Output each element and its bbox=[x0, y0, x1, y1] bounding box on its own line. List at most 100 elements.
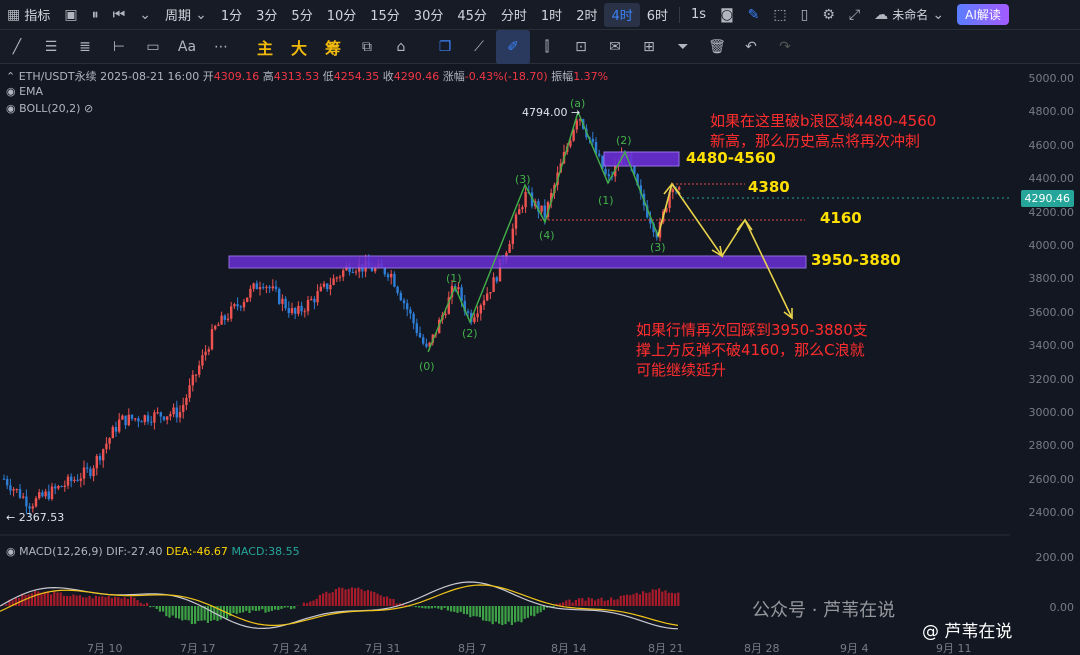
undo-button[interactable]: ↶ bbox=[734, 30, 768, 64]
rewind-button[interactable]: ⏮ bbox=[106, 0, 133, 30]
macd-bar bbox=[453, 606, 456, 612]
candlestick-chart[interactable] bbox=[0, 64, 1080, 655]
macd-bar bbox=[539, 606, 542, 613]
indicator-button[interactable]: ▦ 指标 bbox=[0, 0, 57, 30]
macd-bar bbox=[478, 606, 481, 618]
candle-body bbox=[118, 419, 121, 432]
macd-bar bbox=[341, 587, 344, 606]
pen-button[interactable]: ✎ bbox=[741, 0, 767, 30]
candle-body bbox=[310, 298, 313, 301]
layout-button[interactable]: ▯ bbox=[794, 0, 816, 30]
main-force-tool[interactable]: 主 bbox=[248, 30, 282, 64]
note-tool[interactable]: ✉ bbox=[598, 30, 632, 64]
macd-bar bbox=[293, 606, 296, 609]
timeframe-4[interactable]: 15分 bbox=[363, 0, 407, 30]
grid-button[interactable]: ⏸ bbox=[85, 0, 106, 30]
candle-body bbox=[290, 308, 294, 314]
magnet-tool[interactable]: ⌂ bbox=[384, 30, 418, 64]
fib-tool[interactable]: ≣ bbox=[68, 30, 102, 64]
macd-bar bbox=[610, 597, 613, 606]
timeframe-7[interactable]: 分时 bbox=[494, 0, 534, 30]
ruler-tool[interactable]: ⊞ bbox=[632, 30, 666, 64]
realtime-label: 1s bbox=[691, 7, 707, 22]
candle-body bbox=[406, 303, 409, 310]
timeframe-5[interactable]: 30分 bbox=[407, 0, 451, 30]
timeframe-11[interactable]: 6时 bbox=[640, 0, 675, 30]
more-button[interactable]: ⌄ bbox=[132, 0, 158, 30]
candle-body bbox=[322, 283, 326, 287]
macd-bar bbox=[328, 593, 331, 606]
candle-body bbox=[265, 286, 268, 288]
macd-bar bbox=[517, 606, 520, 622]
macd-bar bbox=[91, 598, 94, 606]
brush-tool[interactable]: ⟋ bbox=[462, 30, 496, 64]
macd-bar bbox=[434, 606, 437, 608]
watermark-right: @ 芦苇在说 bbox=[922, 622, 1013, 642]
text-tool[interactable]: Aa bbox=[170, 30, 204, 64]
fullscreen-button[interactable]: ⤢ bbox=[842, 0, 867, 30]
chip-tool[interactable]: 筹 bbox=[316, 30, 350, 64]
candle-body bbox=[418, 333, 422, 338]
macd-bar bbox=[536, 606, 539, 614]
macd-bar bbox=[651, 589, 654, 606]
macd-bar bbox=[446, 606, 449, 611]
more-tools[interactable]: ⋯ bbox=[204, 30, 238, 64]
period-dropdown[interactable]: 周期 ⌄ bbox=[158, 0, 214, 30]
redo-button[interactable]: ↷ bbox=[768, 30, 802, 64]
ai-interpret-button[interactable]: AI解读 bbox=[957, 4, 1009, 25]
timeframe-9[interactable]: 2时 bbox=[569, 0, 604, 30]
timeframe-1[interactable]: 3分 bbox=[249, 0, 284, 30]
candle-body bbox=[134, 418, 137, 420]
rect-tool[interactable]: ▭ bbox=[136, 30, 170, 64]
candle-body bbox=[198, 365, 201, 375]
timeframe-3[interactable]: 10分 bbox=[320, 0, 364, 30]
delete-tool[interactable]: 🗑 bbox=[700, 30, 734, 64]
macd-bar bbox=[123, 597, 126, 606]
lock-tool[interactable]: ⊡ bbox=[564, 30, 598, 64]
candle-body bbox=[604, 168, 607, 175]
candle-body bbox=[28, 506, 31, 509]
candle-body bbox=[54, 486, 57, 489]
candle-tool[interactable]: ⫿ bbox=[530, 30, 564, 64]
compare-tool[interactable]: ⧉ bbox=[350, 30, 384, 64]
candle-body bbox=[598, 153, 601, 156]
hlines-tool[interactable]: ☰ bbox=[34, 30, 68, 64]
candle-body bbox=[111, 427, 114, 439]
macd-eye-icon[interactable]: ◉ bbox=[6, 545, 16, 558]
gear-icon: ⚙ bbox=[822, 6, 835, 23]
macd-bar bbox=[520, 606, 523, 623]
trash-icon: 🗑 bbox=[708, 38, 726, 55]
timeframe-2[interactable]: 5分 bbox=[284, 0, 319, 30]
candle-body bbox=[239, 306, 242, 308]
settings-button[interactable]: ⚙ bbox=[815, 0, 842, 30]
calendar-button[interactable]: ▣ bbox=[57, 0, 84, 30]
camera-button[interactable]: ◙ bbox=[713, 0, 741, 30]
macd-bar bbox=[619, 595, 622, 606]
candle-body bbox=[540, 205, 543, 212]
macd-bar bbox=[338, 587, 341, 606]
candle-body bbox=[425, 343, 428, 347]
copy-tool[interactable]: ❐ bbox=[428, 30, 462, 64]
cloud-save-button[interactable]: ☁ 未命名 ⌄ bbox=[867, 0, 951, 30]
macd-bar bbox=[82, 597, 85, 606]
trendline-tool[interactable]: ╱ bbox=[0, 30, 34, 64]
brush-icon: ⟋ bbox=[474, 38, 484, 55]
hline-tool[interactable]: ⊢ bbox=[102, 30, 136, 64]
timeframe-8[interactable]: 1时 bbox=[534, 0, 569, 30]
draw-tool[interactable]: ✐ bbox=[496, 29, 530, 64]
big-order-tool[interactable]: 大 bbox=[282, 30, 316, 64]
macd-bar bbox=[334, 588, 337, 606]
timeframe-10[interactable]: 4时 bbox=[604, 2, 640, 27]
macd-bar bbox=[424, 606, 427, 609]
realtime-button[interactable]: 1s bbox=[684, 0, 713, 30]
candle-body bbox=[89, 468, 92, 477]
timeframe-0[interactable]: 1分 bbox=[214, 0, 249, 30]
price-tick: 5000.00 bbox=[1028, 72, 1075, 85]
timeframe-6[interactable]: 45分 bbox=[450, 0, 494, 30]
macd-bar bbox=[261, 606, 264, 610]
candle-body bbox=[354, 271, 358, 273]
filter-tool[interactable]: ⏷ bbox=[666, 30, 700, 64]
chevron-down-icon: ⌄ bbox=[195, 6, 207, 23]
select-button[interactable]: ⬚ bbox=[766, 0, 793, 30]
macd-bar bbox=[350, 587, 353, 606]
